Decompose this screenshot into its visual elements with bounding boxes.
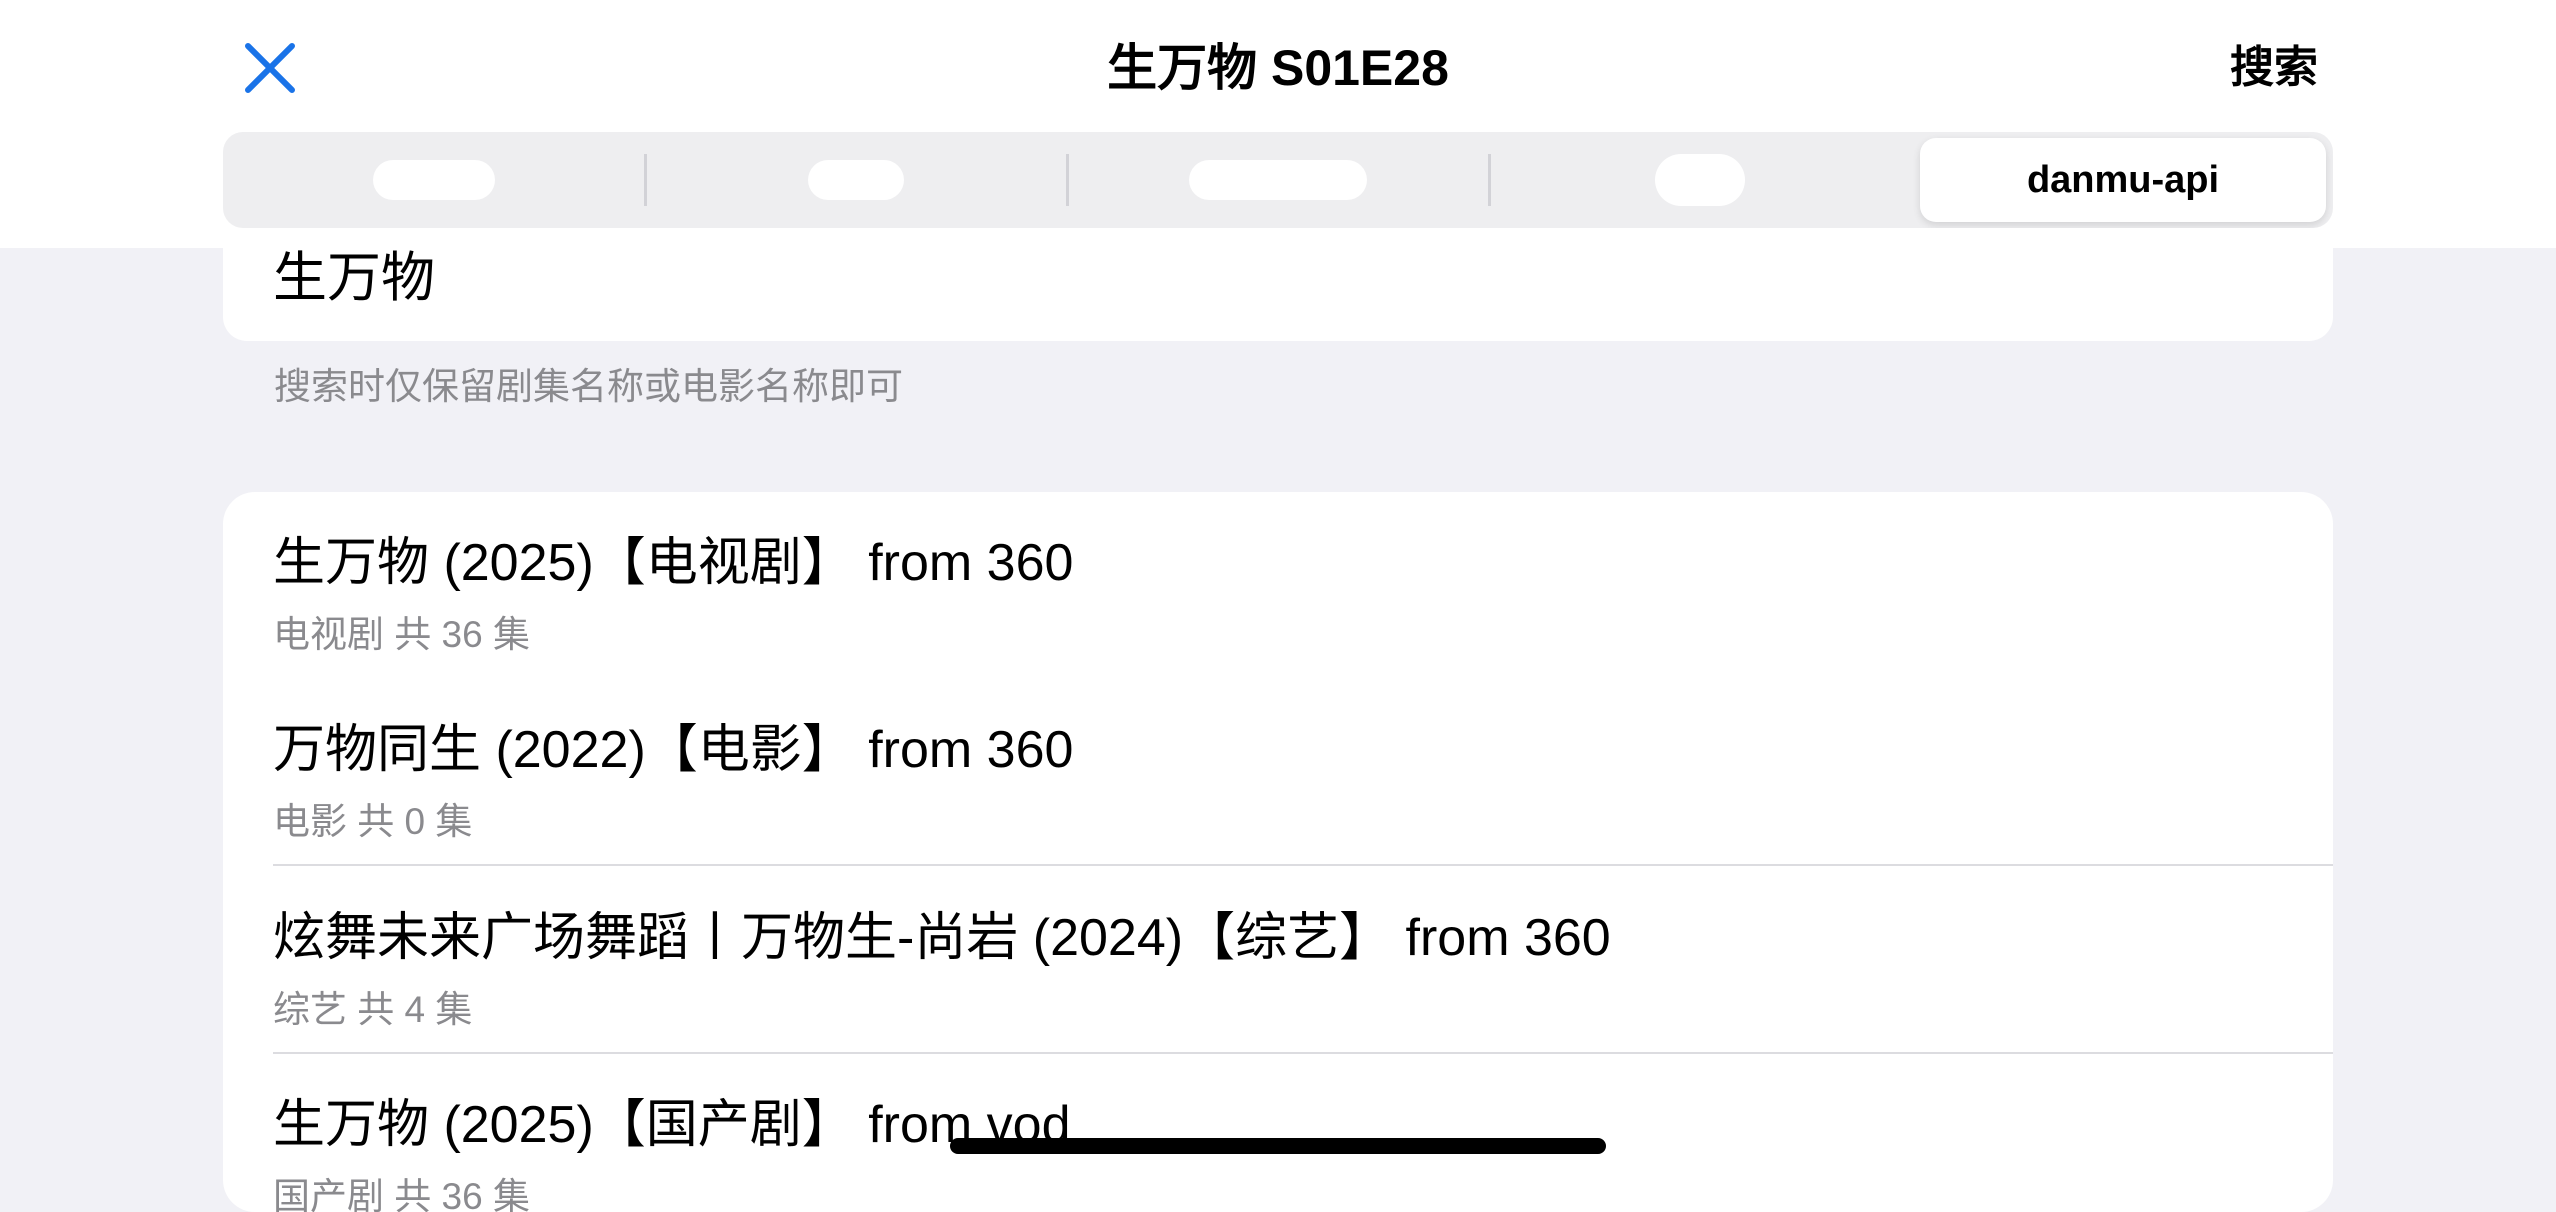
result-title: 万物同生 (2022)【电影】 from 360	[273, 721, 1074, 779]
row-separator	[273, 864, 2333, 866]
search-button[interactable]: 搜索	[2230, 34, 2318, 102]
segment-4[interactable]	[1489, 132, 1911, 228]
source-segmented-control: danmu-api	[223, 132, 2333, 228]
result-subtitle: 电影 共 0 集	[273, 801, 473, 842]
close-icon	[245, 43, 295, 93]
result-subtitle: 国产剧 共 36 集	[273, 1176, 530, 1212]
result-row[interactable]: 万物同生 (2022)【电影】 from 360 电影 共 0 集	[223, 679, 2333, 866]
result-row[interactable]: 生万物 (2025)【电视剧】 from 360 电视剧 共 36 集	[223, 492, 2333, 679]
result-row[interactable]: 生万物 (2025)【国产剧】 from vod 国产剧 共 36 集	[223, 1054, 2333, 1212]
segment-3[interactable]	[1067, 132, 1489, 228]
search-hint: 搜索时仅保留剧集名称或电影名称即可	[274, 366, 903, 407]
result-subtitle: 综艺 共 4 集	[273, 989, 473, 1030]
segment-label-placeholder	[1189, 160, 1367, 200]
result-row[interactable]: 炫舞未来广场舞蹈丨万物生-尚岩 (2024)【综艺】 from 360 综艺 共…	[223, 867, 2333, 1054]
result-subtitle: 电视剧 共 36 集	[273, 614, 530, 655]
segment-danmu-api[interactable]: danmu-api	[1920, 138, 2326, 222]
result-title: 炫舞未来广场舞蹈丨万物生-尚岩 (2024)【综艺】 from 360	[273, 909, 1611, 967]
segment-label-placeholder	[373, 160, 495, 200]
segment-1[interactable]	[223, 132, 645, 228]
navigation-header: 生万物 S01E28 搜索 danmu-api	[0, 0, 2556, 248]
result-title: 生万物 (2025)【电视剧】 from 360	[273, 534, 1074, 592]
close-button[interactable]	[236, 34, 304, 102]
page-title: 生万物 S01E28	[1107, 40, 1449, 96]
search-query-text: 生万物	[273, 248, 435, 308]
segment-2[interactable]	[645, 132, 1067, 228]
results-list: 生万物 (2025)【电视剧】 from 360 电视剧 共 36 集 万物同生…	[223, 492, 2333, 1212]
segment-label-placeholder	[808, 160, 904, 200]
segment-label-placeholder	[1655, 154, 1745, 206]
home-indicator[interactable]	[950, 1138, 1606, 1154]
search-query-field[interactable]: 生万物	[223, 248, 2333, 341]
